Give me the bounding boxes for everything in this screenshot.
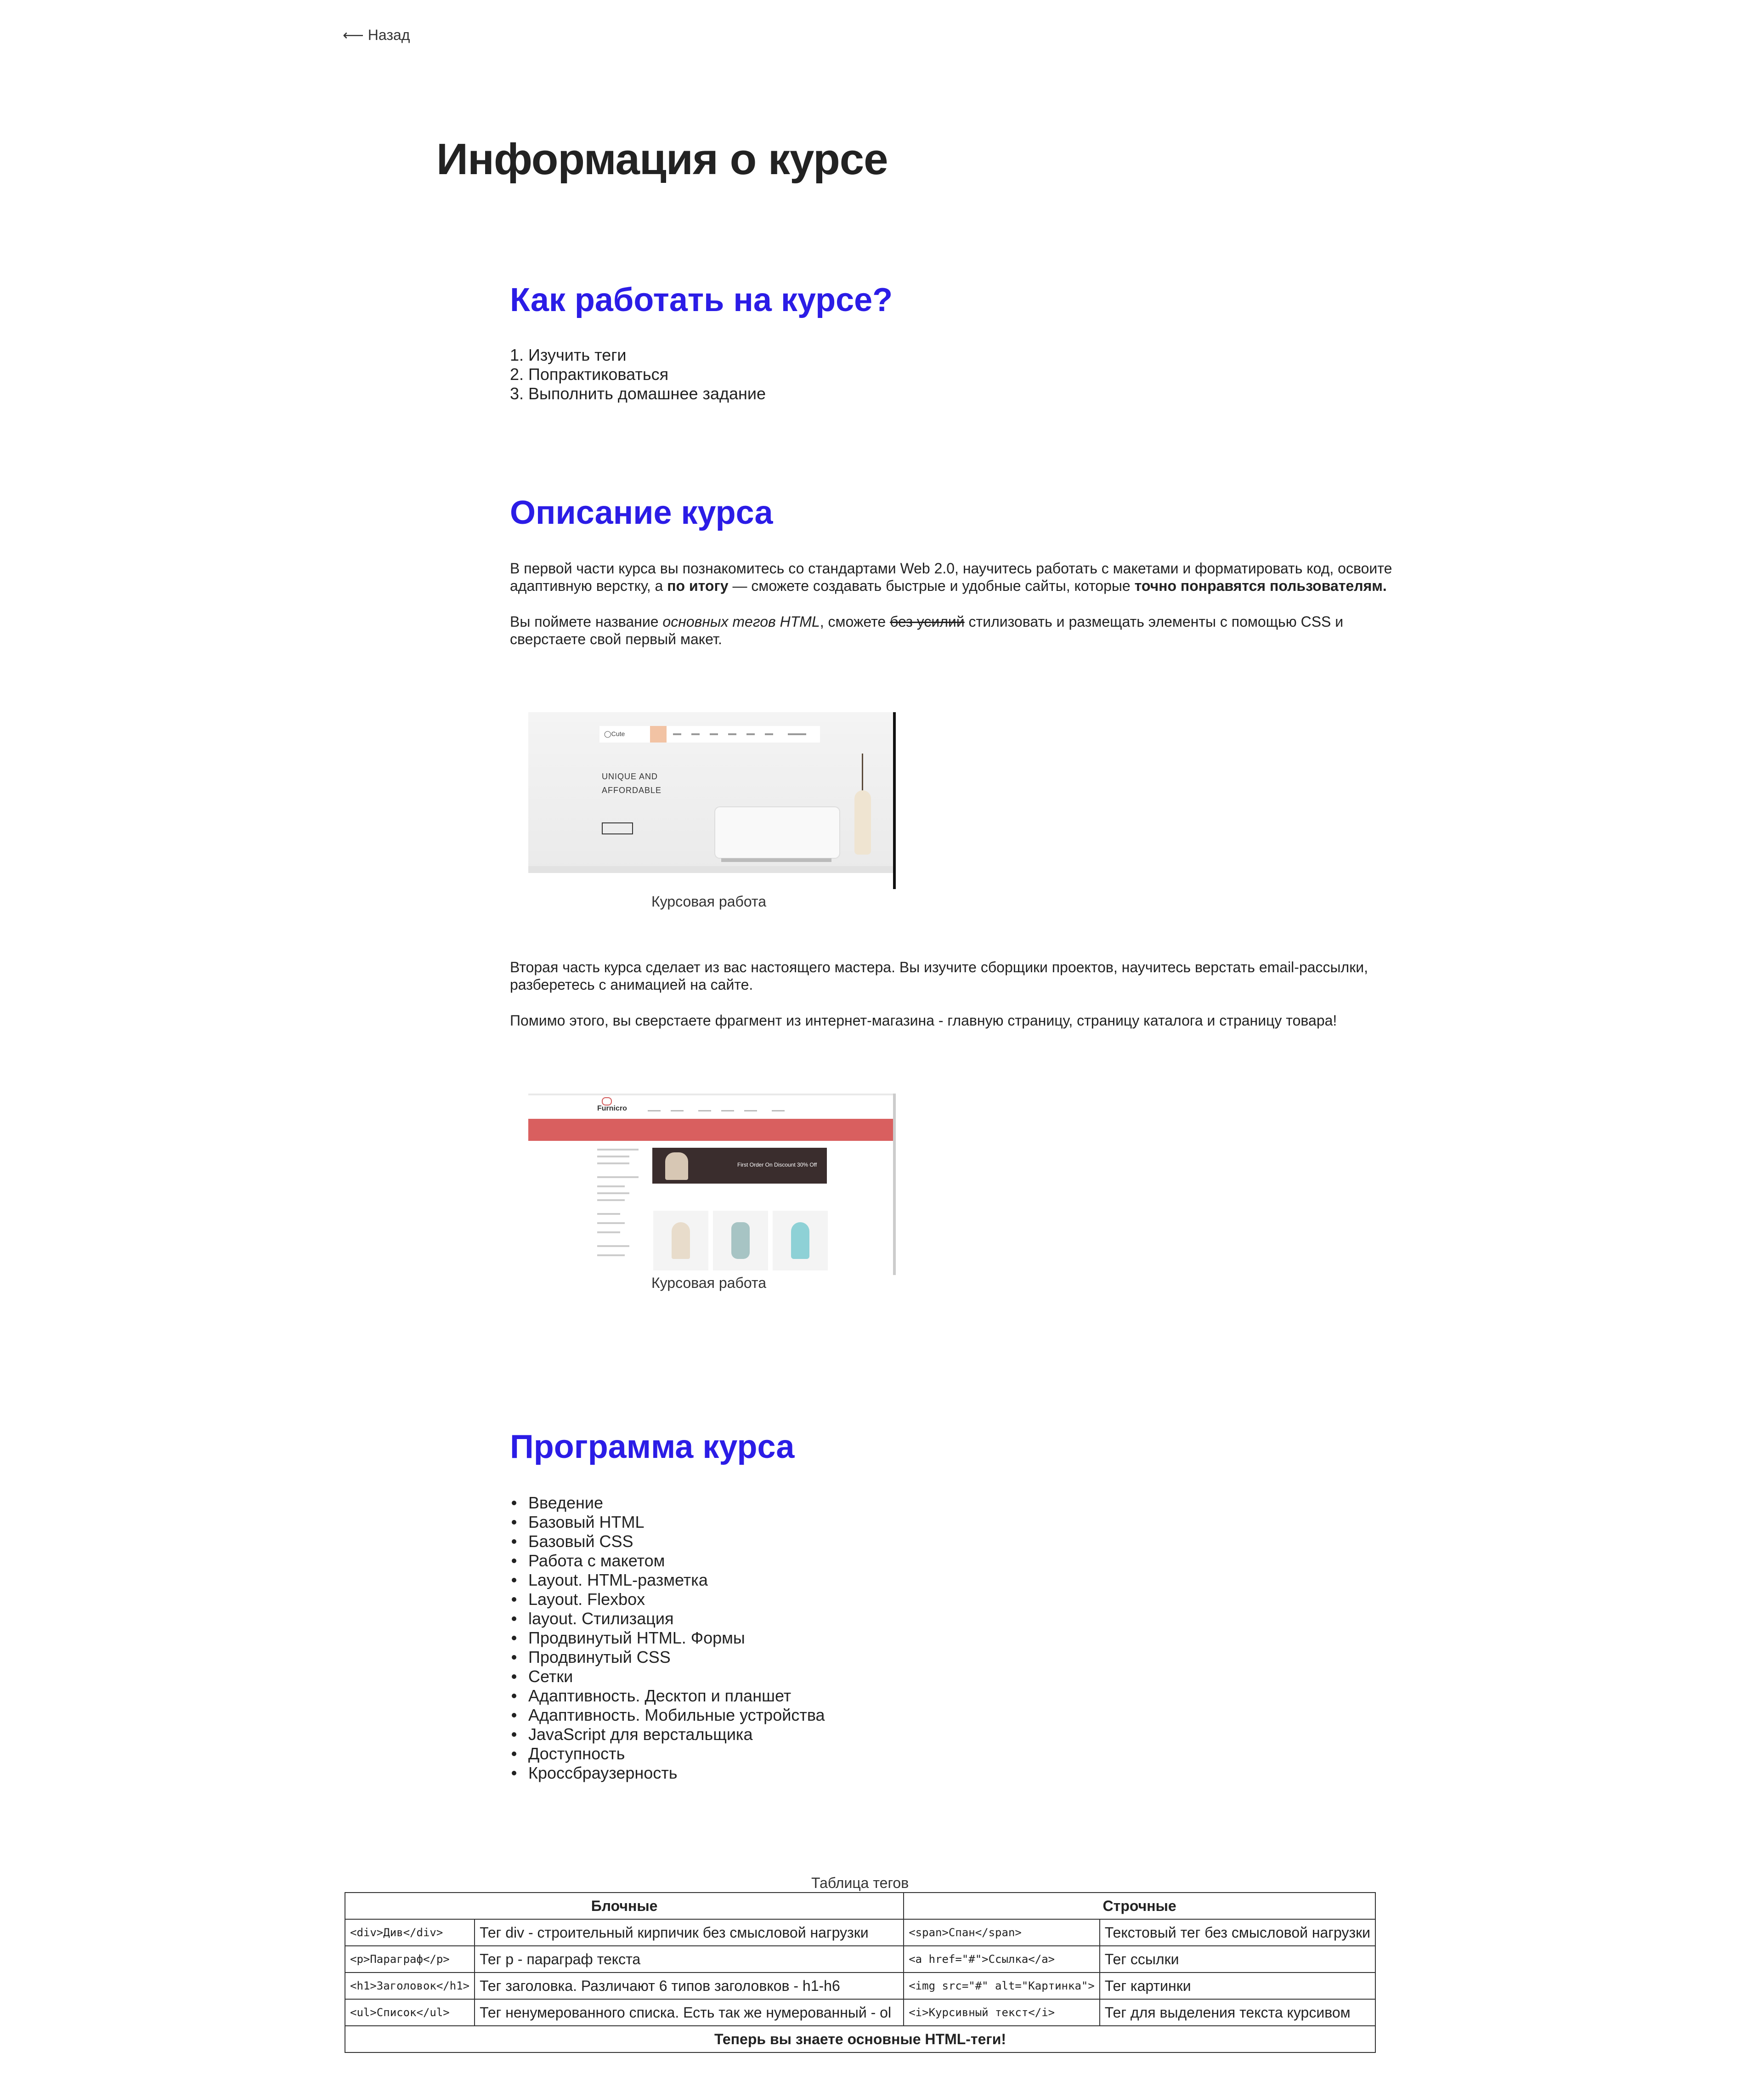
table-footer: Теперь вы знаете основные HTML-теги! [345,2025,1376,2053]
inline-code-cell: <span>Спан</span> [903,1919,1100,1946]
page-title: Информация о курсе [436,135,888,184]
step-item: 3. Выполнить домашнее задание [510,384,766,403]
program-title: Программа курса [510,1428,795,1465]
program-item: Продвинутый CSS [510,1648,825,1667]
step-item: 1. Изучить теги [510,346,627,364]
table-row: <h1>Заголовок</h1> Тег заголовка. Различ… [344,1972,1376,2000]
inline-desc-cell: Текстовый тег без смысловой нагрузки [1099,1919,1376,1946]
program-item: Сетки [510,1667,825,1686]
table-row: <div>Див</div> Тег div - строительный ки… [344,1919,1376,1946]
mockup-banner-text: First Order On Discount 30% Off [737,1162,817,1168]
inline-desc-cell: Тег ссылки [1099,1945,1376,1973]
mockup-brand: Furnicro [597,1105,627,1112]
course-work-image-2: Furnicro First Order On Discount 30% Off [528,1094,896,1275]
tags-table: Блочные Строчные <div>Див</div> Тег div … [344,1892,1376,2053]
table-row: <p>Параграф</p> Тег p - параграф текста … [344,1945,1376,1973]
block-code-cell: <ul>Список</ul> [344,1999,475,2026]
program-item: Базовый HTML [510,1513,825,1532]
mockup-banner: First Order On Discount 30% Off [652,1148,827,1184]
mockup-hero-line-2: AFFORDABLE [602,786,662,795]
program-item: Адаптивность. Мобильные устройства [510,1706,825,1725]
description-paragraph-4: Помимо этого, вы сверстаете фрагмент из … [510,1012,1337,1029]
program-item: Доступность [510,1744,825,1763]
how-to-title: Как работать на курсе? [510,282,893,318]
block-header: Блочные [344,1892,905,1920]
block-desc-cell: Тег заголовка. Различают 6 типов заголов… [474,1972,905,2000]
program-item: Кроссбраузерность [510,1763,825,1783]
inline-header: Строчные [903,1892,1376,1920]
table-header-row: Блочные Строчные [344,1892,1376,1920]
mockup-logo: ◯Cute [604,730,625,737]
back-link[interactable]: ⟵ Назад [343,26,410,44]
table-footer-row: Теперь вы знаете основные HTML-теги! [345,2025,1376,2053]
block-code-cell: <div>Див</div> [344,1919,475,1946]
sofa-illustration [714,806,840,859]
inline-code-cell: <a href="#">Ссылка</a> [903,1945,1100,1973]
mockup-red-bar [528,1119,896,1141]
block-code-cell: <p>Параграф</p> [344,1945,475,1973]
mockup-nav: ◯Cute [599,726,820,743]
program-list: Введение Базовый HTML Базовый CSS Работа… [510,1493,825,1783]
inline-code-cell: <img src="#" alt="Картинка"> [903,1972,1100,2000]
inline-code-cell: <i>Курсивный текст</i> [903,1999,1100,2026]
program-item: JavaScript для верстальщика [510,1725,825,1744]
description-paragraph-2: Вы поймете название основных тегов HTML,… [510,613,1344,647]
program-item: Продвинутый HTML. Формы [510,1628,825,1648]
vase-illustration [854,790,871,855]
program-item: layout. Стилизация [510,1609,825,1628]
steps-list: 1. Изучить теги 2. Попрактиковаться 3. В… [510,346,766,403]
step-item: 2. Попрактиковаться [510,365,669,384]
block-code-cell: <h1>Заголовок</h1> [344,1972,475,2000]
description-title: Описание курса [510,494,773,531]
inline-desc-cell: Тег картинки [1099,1972,1376,2000]
block-desc-cell: Тег p - параграф текста [474,1945,905,1973]
program-item: Layout. HTML-разметка [510,1570,825,1590]
table-caption: Таблица тегов [811,1875,909,1891]
course-work-image-1: ◯Cute UNIQUE AND AFFORDABLE [528,712,896,889]
description-paragraph-3: Вторая часть курса сделает из вас настоя… [510,959,1368,993]
mockup-hero-line-1: UNIQUE AND [602,772,658,781]
program-item: Введение [510,1493,825,1513]
program-item: Layout. Flexbox [510,1590,825,1609]
program-item: Базовый CSS [510,1532,825,1551]
table-row: <ul>Список</ul> Тег ненумерованного спис… [344,1999,1376,2026]
block-desc-cell: Тег div - строительный кирпичик без смыс… [474,1919,905,1946]
description-paragraph-1: В первой части курса вы познакомитесь со… [510,560,1392,594]
figure-caption-1: Курсовая работа [651,893,766,910]
program-item: Адаптивность. Десктоп и планшет [510,1686,825,1706]
inline-desc-cell: Тег для выделения текста курсивом [1099,1999,1376,2026]
block-desc-cell: Тег ненумерованного списка. Есть так же … [474,1999,905,2026]
program-item: Работа с макетом [510,1551,825,1570]
figure-caption-2: Курсовая работа [651,1275,766,1291]
